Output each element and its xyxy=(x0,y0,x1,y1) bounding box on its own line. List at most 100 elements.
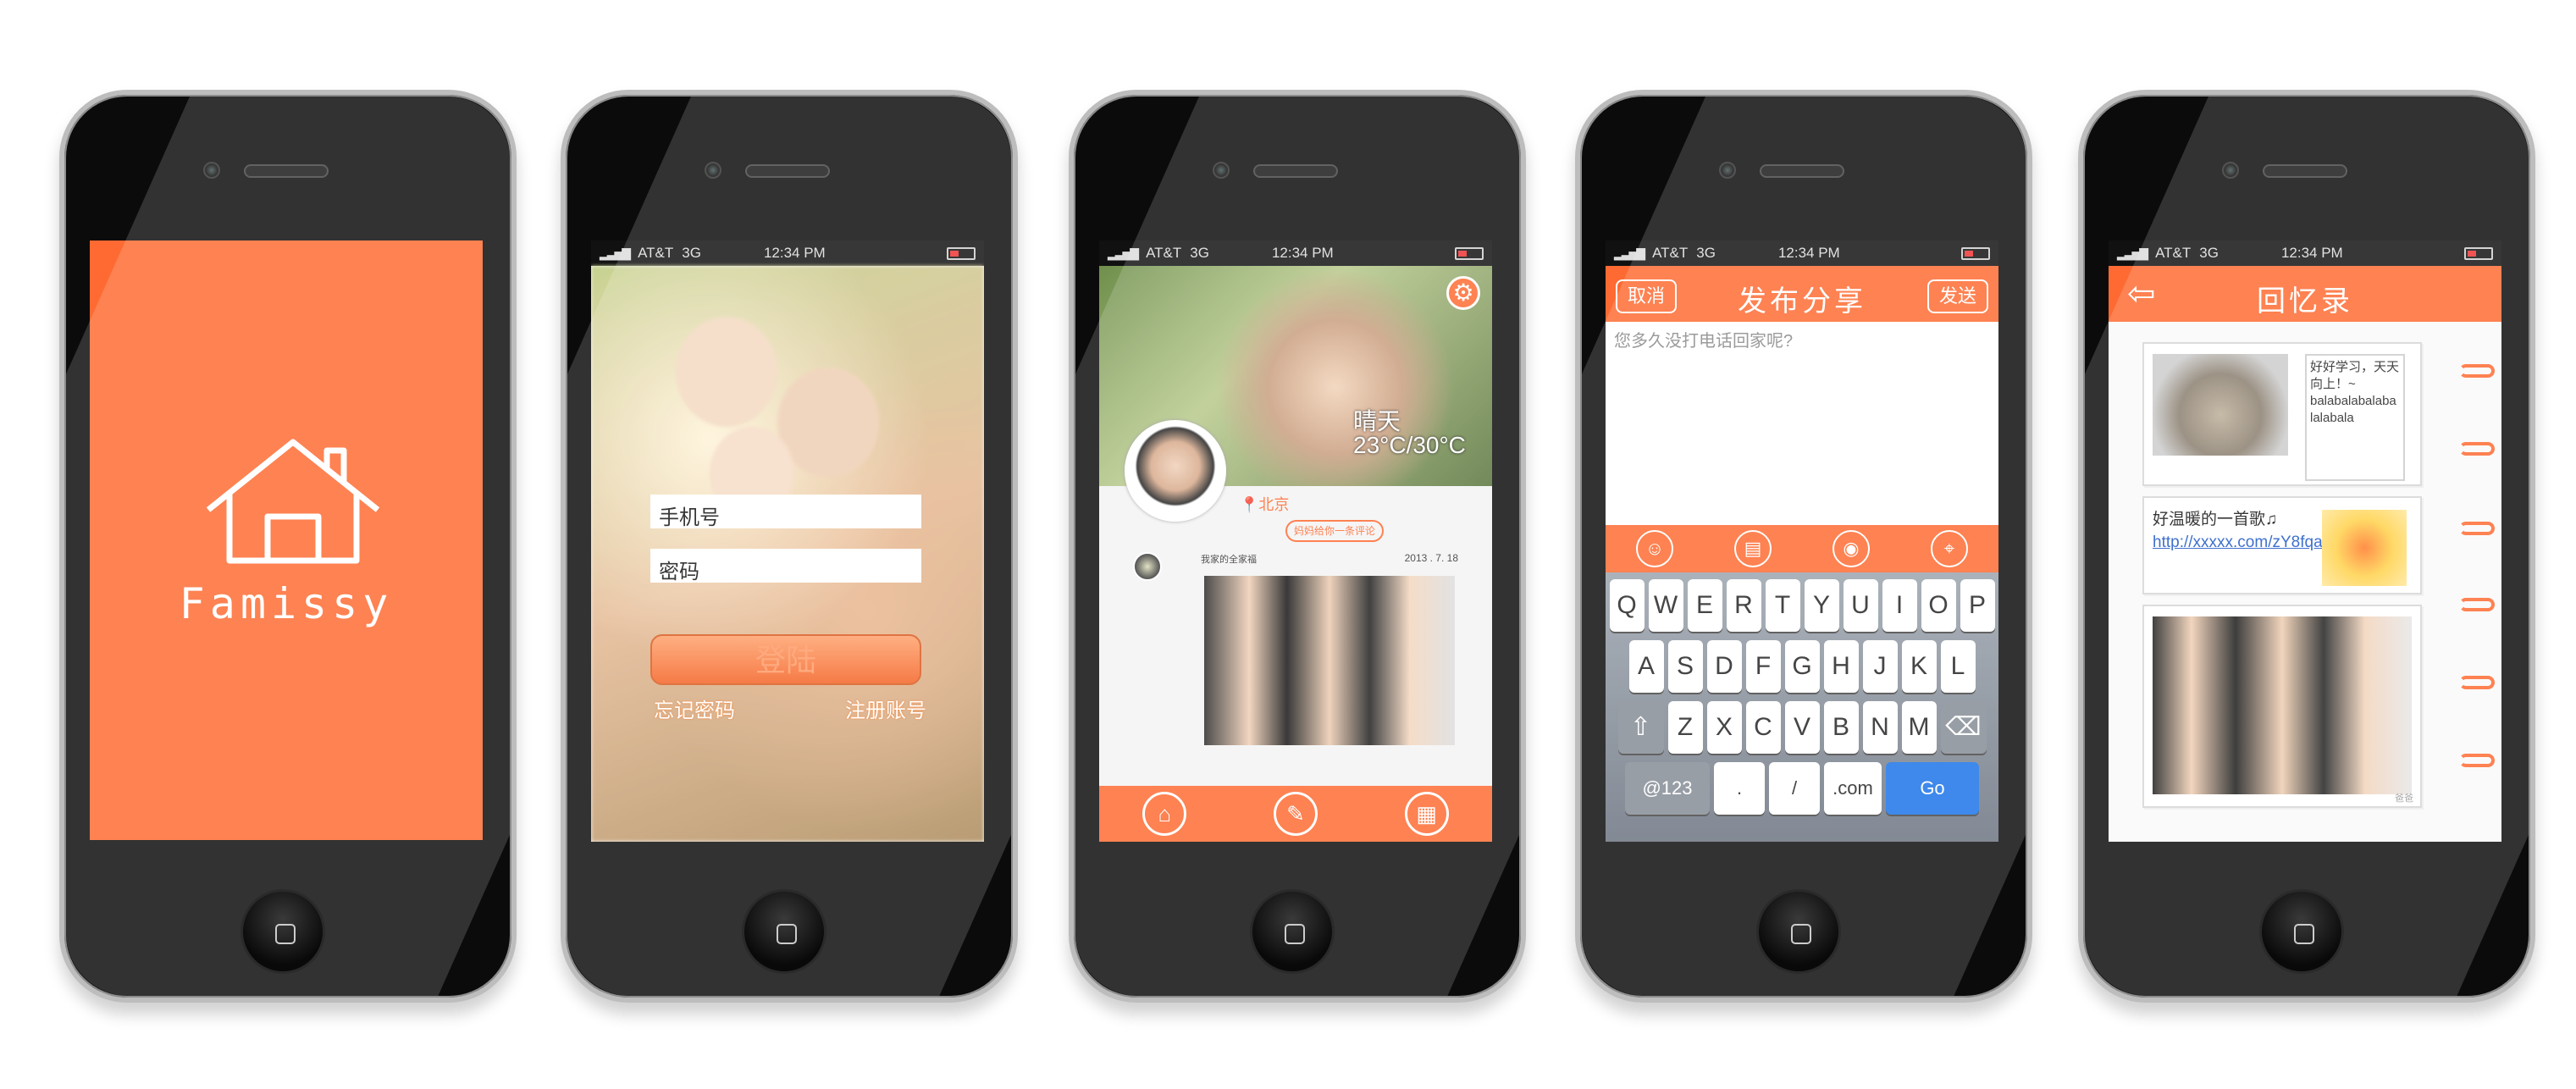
signal-icon: ▂▃▅▇ xyxy=(2117,246,2148,260)
key-e[interactable]: E xyxy=(1687,579,1722,632)
compose-screen: ▂▃▅▇ AT&T 3G 12:34 PM 取消 发布分享 发送 您多久没打电话回家呢… xyxy=(1606,240,1998,842)
signal-icon: ▂▃▅▇ xyxy=(600,246,631,260)
numbers-key[interactable]: @123 xyxy=(1625,762,1710,815)
key-s[interactable]: S xyxy=(1667,640,1703,693)
register-link[interactable]: 注册账号 xyxy=(845,694,926,723)
location-label: 📍北京 xyxy=(1240,496,1290,513)
password-field[interactable]: 密码 xyxy=(650,549,921,583)
dot-key[interactable]: . xyxy=(1714,762,1765,815)
go-key[interactable]: Go xyxy=(1886,762,1979,815)
nav-bar: 取消 发布分享 发送 xyxy=(1606,266,1998,322)
binder-ring xyxy=(2459,442,2495,456)
post-avatar[interactable] xyxy=(1133,552,1162,581)
song-title: 好温暖的一首歌♫ xyxy=(2153,511,2278,528)
login-screen: ▂▃▅▇ AT&T 3G 12:34 PM 手机号 密码 登陆 忘记密码 注册账号 xyxy=(591,240,984,842)
binder-ring xyxy=(2459,676,2495,689)
send-button[interactable]: 发送 xyxy=(1926,279,1988,313)
key-a[interactable]: A xyxy=(1628,640,1664,693)
emoji-icon[interactable]: ☺ xyxy=(1636,530,1673,567)
key-n[interactable]: N xyxy=(1862,701,1898,754)
dotcom-key[interactable]: .com xyxy=(1824,762,1882,815)
comment-badge[interactable]: 妈妈给你一条评论 xyxy=(1285,520,1385,542)
song-link[interactable]: http://xxxxx.com/zY8fqap xyxy=(2153,532,2331,554)
film-icon[interactable]: ▤ xyxy=(1734,530,1772,567)
key-k[interactable]: K xyxy=(1901,640,1937,693)
binder-ring xyxy=(2459,364,2495,378)
battery-icon xyxy=(1455,246,1484,260)
keyboard: QWERTYUIOP ASDFGHJKL ⇧ Z X C V B N M ⌫ @123 . / … xyxy=(1606,572,1998,842)
profile-avatar[interactable] xyxy=(1125,420,1226,522)
gear-icon[interactable]: ⚙ xyxy=(1446,276,1480,310)
home-button[interactable] xyxy=(1250,889,1335,974)
home-button[interactable] xyxy=(240,889,325,974)
memories-screen: ▂▃▅▇ AT&T 3G 12:34 PM ⇦ 回忆录 好好学习，天天向上！~ bal… xyxy=(2109,240,2501,842)
memory-card[interactable]: 爸爸 xyxy=(2142,605,2422,808)
key-m[interactable]: M xyxy=(1901,701,1937,754)
phone-field[interactable]: 手机号 xyxy=(650,495,921,529)
status-bar: ▂▃▅▇ AT&T 3G 12:34 PM xyxy=(2109,240,2501,266)
key-y[interactable]: Y xyxy=(1804,579,1839,632)
front-camera xyxy=(705,162,721,179)
status-bar: ▂▃▅▇ AT&T 3G 12:34 PM xyxy=(1606,240,1998,266)
home-button[interactable] xyxy=(742,889,826,974)
key-p[interactable]: P xyxy=(1960,579,1995,632)
heart-image xyxy=(2322,510,2407,586)
front-camera xyxy=(1213,162,1230,179)
forgot-password-link[interactable]: 忘记密码 xyxy=(654,694,735,723)
key-q[interactable]: Q xyxy=(1609,579,1645,632)
key-t[interactable]: T xyxy=(1765,579,1800,632)
family-photo xyxy=(2153,616,2412,794)
house-logo-icon xyxy=(206,439,380,564)
key-l[interactable]: L xyxy=(1940,640,1976,693)
home-button[interactable] xyxy=(2259,889,2344,974)
slash-key[interactable]: / xyxy=(1769,762,1820,815)
key-u[interactable]: U xyxy=(1843,579,1878,632)
key-o[interactable]: O xyxy=(1921,579,1956,632)
carrier: AT&T xyxy=(1652,245,1689,261)
home-icon[interactable]: ⌂ xyxy=(1142,792,1187,836)
login-button[interactable]: 登陆 xyxy=(650,634,921,685)
key-g[interactable]: G xyxy=(1784,640,1820,693)
camera-icon[interactable]: ◉ xyxy=(1832,530,1870,567)
key-h[interactable]: H xyxy=(1823,640,1859,693)
key-z[interactable]: Z xyxy=(1667,701,1703,754)
key-b[interactable]: B xyxy=(1823,701,1859,754)
carrier: AT&T xyxy=(638,245,674,261)
splash-screen: Famissy xyxy=(90,240,483,840)
location-pin-icon[interactable]: ⌖ xyxy=(1931,530,1968,567)
key-v[interactable]: V xyxy=(1784,701,1820,754)
note-text: 好好学习，天天向上！~ balabalabalaba lalabala xyxy=(2305,354,2405,481)
signal-icon: ▂▃▅▇ xyxy=(1108,246,1139,260)
key-d[interactable]: D xyxy=(1706,640,1742,693)
carrier: AT&T xyxy=(1146,245,1182,261)
key-j[interactable]: J xyxy=(1862,640,1898,693)
backspace-key[interactable]: ⌫ xyxy=(1940,701,1987,754)
post-caption: 我家的全家福 xyxy=(1201,555,1257,565)
earpiece xyxy=(244,164,329,178)
signal-icon: ▂▃▅▇ xyxy=(1614,246,1645,260)
key-f[interactable]: F xyxy=(1745,640,1781,693)
key-w[interactable]: W xyxy=(1648,579,1683,632)
key-r[interactable]: R xyxy=(1726,579,1761,632)
compose-toolbar: ☺ ▤ ◉ ⌖ xyxy=(1606,525,1998,572)
shift-key[interactable]: ⇧ xyxy=(1617,701,1664,754)
battery-icon xyxy=(2464,246,2493,260)
pencil-icon[interactable]: ✎ xyxy=(1273,792,1318,836)
compose-input[interactable]: 您多久没打电话回家呢? xyxy=(1606,322,1998,525)
earpiece xyxy=(2263,164,2347,178)
key-c[interactable]: C xyxy=(1745,701,1781,754)
memory-card[interactable]: 好温暖的一首歌♫ http://xxxxx.com/zY8fqap xyxy=(2142,496,2422,594)
battery-icon xyxy=(947,246,976,260)
memory-card[interactable]: 好好学习，天天向上！~ balabalabalaba lalabala xyxy=(2142,342,2422,486)
location-text: 北京 xyxy=(1258,496,1290,513)
network: 3G xyxy=(1190,245,1209,261)
key-x[interactable]: X xyxy=(1706,701,1742,754)
page-title: 回忆录 xyxy=(2257,285,2353,318)
key-i[interactable]: I xyxy=(1882,579,1917,632)
calendar-icon[interactable]: ▦ xyxy=(1404,792,1449,836)
post-photo[interactable] xyxy=(1204,576,1455,745)
binder-ring xyxy=(2459,598,2495,611)
phone-feed: ▂▃▅▇ AT&T 3G 12:34 PM ⚙ 晴天 23°C/30°C 📍北京 妈妈… xyxy=(1069,90,1526,1003)
status-bar: ▂▃▅▇ AT&T 3G 12:34 PM xyxy=(591,240,984,266)
home-button[interactable] xyxy=(1756,889,1841,974)
